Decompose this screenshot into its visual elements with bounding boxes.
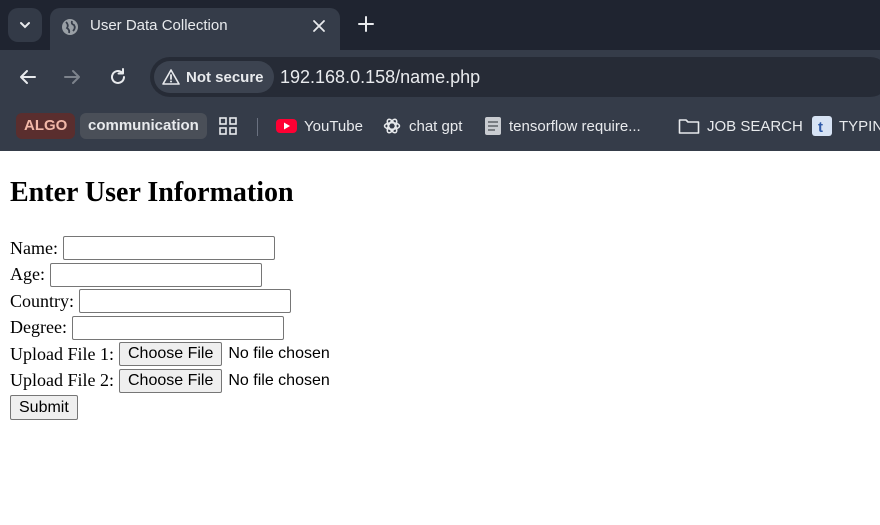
svg-text:t: t — [818, 119, 823, 136]
bookmark-typing[interactable]: t TYPIN — [812, 113, 880, 139]
tab-title: User Data Collection — [90, 17, 228, 34]
name-input[interactable] — [62, 236, 275, 261]
degree-label: Degree: — [10, 317, 67, 338]
t-icon: t — [812, 116, 832, 136]
back-button[interactable] — [16, 65, 40, 89]
security-label: Not secure — [186, 68, 264, 86]
age-row: Age: — [10, 262, 870, 289]
globe-icon — [60, 17, 80, 42]
openai-icon — [383, 118, 401, 134]
upload-2-row: Upload File 2: Choose File No file chose… — [10, 368, 870, 395]
bookmark-youtube[interactable]: YouTube — [276, 113, 363, 139]
upload-1-label: Upload File 1: — [10, 343, 114, 364]
bookmark-algo[interactable]: ALGO — [16, 113, 76, 139]
bookmark-apps[interactable] — [218, 113, 238, 139]
age-input[interactable] — [50, 262, 262, 287]
reload-icon — [111, 68, 125, 84]
active-tab[interactable]: User Data Collection — [50, 8, 340, 50]
file-2-status: No file chosen — [228, 371, 330, 389]
youtube-icon — [276, 119, 297, 133]
bookmark-label: ALGO — [16, 113, 76, 139]
folder-icon — [678, 119, 700, 134]
country-row: Country: — [10, 288, 870, 315]
address-bar[interactable]: Not secure 192.168.0.158/name.php — [150, 57, 880, 97]
bookmark-label: communication — [80, 113, 207, 139]
upload-2-label: Upload File 2: — [10, 370, 114, 391]
forward-button[interactable] — [60, 65, 84, 89]
name-row: Name: — [10, 235, 870, 262]
page-title: Enter User Information — [10, 177, 294, 208]
tab-strip: User Data Collection — [0, 0, 880, 50]
bookmark-communication[interactable]: communication — [80, 113, 207, 139]
bookmark-divider — [257, 118, 258, 136]
apps-grid-icon — [219, 117, 237, 135]
degree-input[interactable] — [71, 315, 284, 340]
file-1-status: No file chosen — [228, 345, 330, 363]
arrow-left-icon — [20, 70, 36, 84]
chevron-down-icon — [20, 22, 30, 29]
plus-icon — [358, 16, 374, 32]
bookmark-tensorflow[interactable]: tensorflow require... — [484, 113, 641, 139]
tab-search-button[interactable] — [8, 8, 42, 42]
bookmark-job-search[interactable]: JOB SEARCH — [678, 113, 803, 139]
security-chip[interactable]: Not secure — [154, 61, 274, 93]
name-label: Name: — [10, 237, 58, 258]
age-label: Age: — [10, 264, 45, 285]
close-icon[interactable] — [310, 17, 328, 40]
submit-button[interactable]: Submit — [10, 395, 78, 421]
url-text[interactable]: 192.168.0.158/name.php — [280, 67, 480, 88]
document-icon — [485, 117, 501, 135]
browser-toolbar: Not secure 192.168.0.158/name.php — [0, 50, 880, 104]
bookmarks-bar: ALGO communication YouTube chat gpt tens… — [0, 104, 880, 151]
bookmark-label: JOB SEARCH — [707, 117, 803, 135]
bookmark-label: YouTube — [304, 117, 363, 135]
degree-row: Degree: — [10, 315, 870, 342]
arrow-right-icon — [64, 70, 80, 84]
bookmark-label: TYPIN — [839, 117, 880, 135]
warning-icon — [162, 69, 180, 85]
bookmark-chat-gpt[interactable]: chat gpt — [382, 113, 462, 139]
page-content: Enter User Information Name: Age: Countr… — [10, 151, 870, 421]
bookmark-label: tensorflow require... — [509, 117, 641, 135]
country-input[interactable] — [79, 289, 292, 314]
new-tab-button[interactable] — [352, 10, 380, 38]
bookmark-label: chat gpt — [409, 117, 463, 135]
reload-button[interactable] — [106, 65, 130, 89]
submit-row: Submit — [10, 394, 870, 421]
choose-file-1-button[interactable]: Choose File — [119, 342, 223, 367]
user-form: Name: Age: Country: Degree: Upload File … — [10, 235, 870, 421]
choose-file-2-button[interactable]: Choose File — [119, 368, 223, 393]
upload-1-row: Upload File 1: Choose File No file chose… — [10, 341, 870, 368]
country-label: Country: — [10, 290, 75, 311]
